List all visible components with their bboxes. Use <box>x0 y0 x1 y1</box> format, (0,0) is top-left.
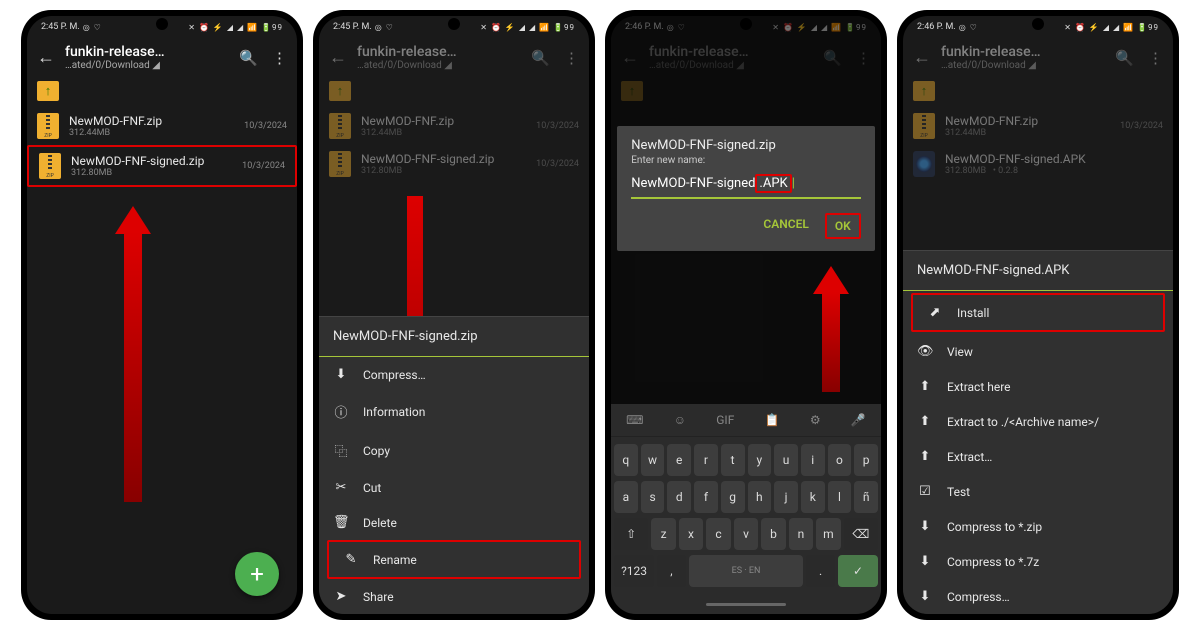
status-bar: 2:45 P. M.◎ ♡ ✕ ⏰ ⚡ ◢ ◢ 📶 🔋99 <box>319 16 589 38</box>
search-icon[interactable]: 🔍 <box>531 49 550 67</box>
keyboard-toolbar: ⌨☺GIF📋⚙🎤 <box>611 404 881 437</box>
context-menu-sheet: NewMOD-FNF-signed.zip ⬇Compress… ⓘInform… <box>319 316 589 614</box>
menu-icon[interactable]: ⋮ <box>272 49 287 67</box>
menu-test[interactable]: ☑Test <box>903 474 1173 509</box>
check-icon: ☑ <box>917 484 933 499</box>
menu-install-highlighted[interactable]: ⬈Install <box>911 293 1165 332</box>
dialog-subtitle: Enter new name: <box>631 155 861 166</box>
header-title: funkin-release… <box>65 44 229 60</box>
menu-extract-here[interactable]: ⬆Extract here <box>903 369 1173 404</box>
extract-icon: ⬆ <box>917 449 933 464</box>
key-symbols[interactable]: ?123 <box>614 555 654 587</box>
share-icon: ➤ <box>333 589 349 604</box>
rename-dialog: NewMOD-FNF-signed.zip Enter new name: Ne… <box>617 126 875 251</box>
soft-keyboard[interactable]: ⌨☺GIF📋⚙🎤 qwertyuiop asdfghjklñ ⇧ zxcvbnm… <box>611 404 881 614</box>
menu-copy[interactable]: ⿻Copy <box>319 431 589 470</box>
pencil-icon: ✎ <box>343 552 359 567</box>
back-icon[interactable]: ← <box>329 47 347 68</box>
back-icon[interactable]: ← <box>37 47 55 68</box>
key-backspace[interactable]: ⌫ <box>844 518 878 550</box>
search-icon[interactable]: 🔍 <box>239 49 258 67</box>
file-name: NewMOD-FNF-signed.zip <box>71 154 232 168</box>
status-bar: 2:45 P. M.◎ ♡ ✕ ⏰ ⚡ ◢ ◢ 📶 🔋99 <box>27 16 297 38</box>
compress-icon: ⬇ <box>917 519 933 534</box>
annotation-arrow <box>813 266 849 294</box>
menu-extract[interactable]: ⬆Extract… <box>903 439 1173 474</box>
apk-context-menu-sheet: NewMOD-FNF-signed.APK ⬈Install 👁View ⬆Ex… <box>903 250 1173 614</box>
annotation-arrow-shaft <box>822 292 840 392</box>
sheet-title: NewMOD-FNF-signed.APK <box>903 251 1173 291</box>
menu-icon[interactable]: ⋮ <box>564 49 579 67</box>
zip-icon: ZIP <box>39 153 61 179</box>
file-row-highlighted[interactable]: ZIP NewMOD-FNF-signed.zip 312.80MB 10/3/… <box>27 145 297 187</box>
eye-icon: 👁 <box>917 344 933 359</box>
file-date: 10/3/2024 <box>244 121 287 131</box>
file-size: 312.44MB <box>69 128 234 138</box>
key-space[interactable]: ES · EN <box>689 555 804 587</box>
phone-screenshot-1: 2:45 P. M.◎ ♡ ✕ ⏰ ⚡ ◢ ◢ 📶 🔋99 ← funkin-r… <box>21 10 303 620</box>
menu-compress-7z[interactable]: ⬇Compress to *.7z <box>903 544 1173 579</box>
compress-icon: ⬇ <box>917 589 933 604</box>
key-enter[interactable]: ✓ <box>838 555 878 587</box>
compress-icon: ⬇ <box>917 554 933 569</box>
cancel-button[interactable]: CANCEL <box>755 213 816 239</box>
status-bar: 2:46 P. M.◎ ♡ ✕ ⏰ ⚡ ◢ ◢ 📶 🔋99 <box>903 16 1173 38</box>
info-icon: ⓘ <box>333 402 349 421</box>
annotation-arrow <box>115 206 151 234</box>
extract-icon: ⬆ <box>917 414 933 429</box>
ok-button-highlighted[interactable]: OK <box>825 213 861 239</box>
annotation-arrow-shaft <box>124 232 142 502</box>
open-external-icon: ⬈ <box>927 305 943 320</box>
phone-screenshot-3: 2:46 P. M.◎ ♡ ✕ ⏰ ⚡ ◢ ◢ 📶 🔋99 ← funkin-r… <box>605 10 887 620</box>
menu-compress[interactable]: ⬇Compress… <box>903 579 1173 614</box>
menu-view[interactable]: 👁View <box>903 334 1173 369</box>
phone-screenshot-2: 2:45 P. M.◎ ♡ ✕ ⏰ ⚡ ◢ ◢ 📶 🔋99 ← funkin-r… <box>313 10 595 620</box>
cut-icon: ✂ <box>333 480 349 495</box>
zip-icon: ZIP <box>37 113 59 139</box>
file-size: 312.80MB <box>71 168 232 178</box>
phone-screenshot-4: 2:46 P. M.◎ ♡ ✕ ⏰ ⚡ ◢ ◢ 📶 🔋99 ← funkin-r… <box>897 10 1179 620</box>
extension-highlight: .APK <box>755 174 791 193</box>
menu-cut[interactable]: ✂Cut <box>319 470 589 505</box>
extract-icon: ⬆ <box>917 379 933 394</box>
fab-add-button[interactable]: + <box>235 552 279 596</box>
key-shift[interactable]: ⇧ <box>614 518 648 550</box>
dialog-title: NewMOD-FNF-signed.zip <box>631 138 861 153</box>
apk-icon <box>913 151 935 177</box>
menu-compress[interactable]: ⬇Compress… <box>319 357 589 392</box>
menu-extract-named[interactable]: ⬆Extract to ./<Archive name>/ <box>903 404 1173 439</box>
app-header: ← funkin-release… …ated/0/Download ◢ 🔍 ⋮ <box>27 38 297 75</box>
file-row[interactable]: ZIP NewMOD-FNF.zip 312.44MB 10/3/2024 <box>27 107 297 145</box>
trash-icon: 🗑 <box>333 515 349 530</box>
file-date: 10/3/2024 <box>242 161 285 171</box>
rename-input[interactable]: NewMOD-FNF-signed.APK| <box>631 174 861 199</box>
menu-information[interactable]: ⓘInformation <box>319 392 589 431</box>
menu-rename-highlighted[interactable]: ✎Rename <box>327 540 581 579</box>
file-name: NewMOD-FNF.zip <box>69 114 234 128</box>
sheet-title: NewMOD-FNF-signed.zip <box>319 317 589 357</box>
menu-delete[interactable]: 🗑Delete <box>319 505 589 540</box>
menu-share[interactable]: ➤Share <box>319 579 589 614</box>
copy-icon: ⿻ <box>333 441 349 460</box>
header-path[interactable]: …ated/0/Download ◢ <box>65 60 229 71</box>
menu-compress-zip[interactable]: ⬇Compress to *.zip <box>903 509 1173 544</box>
folder-up[interactable]: ↑ <box>27 75 297 107</box>
key-q[interactable]: q <box>614 444 638 476</box>
download-icon: ⬇ <box>333 367 349 382</box>
